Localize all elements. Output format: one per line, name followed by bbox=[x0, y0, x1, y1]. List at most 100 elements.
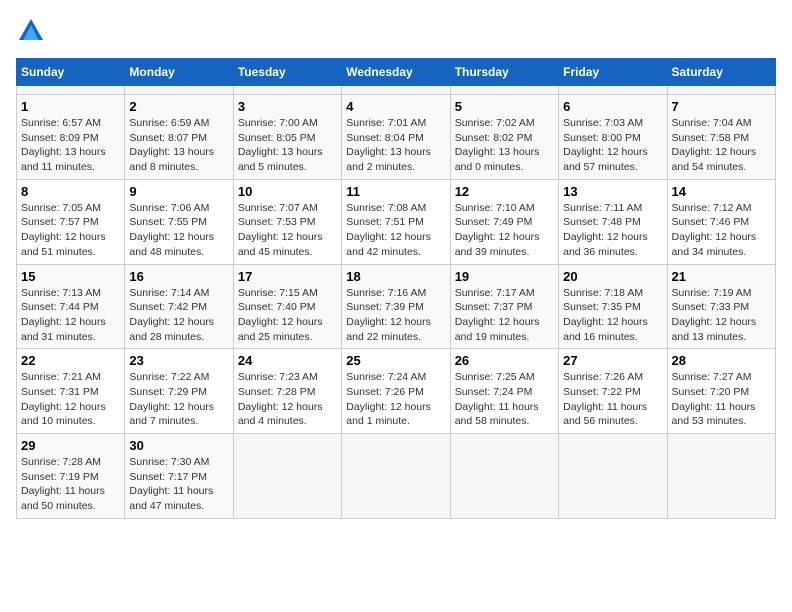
logo bbox=[16, 16, 50, 46]
calendar-cell: 17 Sunrise: 7:15 AMSunset: 7:40 PMDayligh… bbox=[233, 264, 341, 349]
calendar-cell bbox=[233, 434, 341, 519]
calendar-cell: 4 Sunrise: 7:01 AMSunset: 8:04 PMDaylight… bbox=[342, 95, 450, 180]
calendar-cell: 1 Sunrise: 6:57 AMSunset: 8:09 PMDaylight… bbox=[17, 95, 125, 180]
day-number: 9 bbox=[129, 184, 228, 199]
calendar-cell bbox=[342, 434, 450, 519]
day-number: 13 bbox=[563, 184, 662, 199]
calendar-cell: 26Sunrise: 7:25 AMSunset: 7:24 PMDayligh… bbox=[450, 349, 558, 434]
calendar-cell: 20 Sunrise: 7:18 AMSunset: 7:35 PMDayligh… bbox=[559, 264, 667, 349]
day-info: Sunrise: 7:19 AMSunset: 7:33 PMDaylight:… bbox=[672, 286, 771, 345]
day-number: 25 bbox=[346, 353, 445, 368]
calendar-cell: 27 Sunrise: 7:26 AMSunset: 7:22 PMDayligh… bbox=[559, 349, 667, 434]
calendar-cell bbox=[450, 434, 558, 519]
day-info: Sunrise: 7:22 AMSunset: 7:29 PMDaylight:… bbox=[129, 370, 228, 429]
day-info: Sunrise: 7:21 AMSunset: 7:31 PMDaylight:… bbox=[21, 370, 120, 429]
weekday-header: Friday bbox=[559, 59, 667, 86]
day-number: 4 bbox=[346, 99, 445, 114]
day-number: 12 bbox=[455, 184, 554, 199]
day-info: Sunrise: 7:28 AMSunset: 7:19 PMDaylight:… bbox=[21, 455, 120, 514]
day-number: 14 bbox=[672, 184, 771, 199]
calendar-cell: 14 Sunrise: 7:12 AMSunset: 7:46 PMDayligh… bbox=[667, 179, 775, 264]
header-row: SundayMondayTuesdayWednesdayThursdayFrid… bbox=[17, 59, 776, 86]
calendar-cell: 22 Sunrise: 7:21 AMSunset: 7:31 PMDayligh… bbox=[17, 349, 125, 434]
day-number: 23 bbox=[129, 353, 228, 368]
day-info: Sunrise: 7:30 AMSunset: 7:17 PMDaylight:… bbox=[129, 455, 228, 514]
logo-icon bbox=[16, 16, 46, 46]
day-info: Sunrise: 7:04 AMSunset: 7:58 PMDaylight:… bbox=[672, 116, 771, 175]
day-number: 20 bbox=[563, 269, 662, 284]
day-number: 6 bbox=[563, 99, 662, 114]
day-number: 7 bbox=[672, 99, 771, 114]
calendar-cell: 25 Sunrise: 7:24 AMSunset: 7:26 PMDayligh… bbox=[342, 349, 450, 434]
day-number: 28 bbox=[672, 353, 771, 368]
calendar-cell: 8Sunrise: 7:05 AMSunset: 7:57 PMDaylight… bbox=[17, 179, 125, 264]
day-info: Sunrise: 7:25 AMSunset: 7:24 PMDaylight:… bbox=[455, 370, 554, 429]
day-info: Sunrise: 7:00 AMSunset: 8:05 PMDaylight:… bbox=[238, 116, 337, 175]
day-number: 10 bbox=[238, 184, 337, 199]
calendar-cell bbox=[450, 86, 558, 95]
calendar-cell bbox=[17, 86, 125, 95]
calendar-cell: 16Sunrise: 7:14 AMSunset: 7:42 PMDayligh… bbox=[125, 264, 233, 349]
day-info: Sunrise: 7:15 AMSunset: 7:40 PMDaylight:… bbox=[238, 286, 337, 345]
day-number: 22 bbox=[21, 353, 120, 368]
calendar-cell: 28 Sunrise: 7:27 AMSunset: 7:20 PMDayligh… bbox=[667, 349, 775, 434]
calendar-week: 15 Sunrise: 7:13 AMSunset: 7:44 PMDayligh… bbox=[17, 264, 776, 349]
day-number: 30 bbox=[129, 438, 228, 453]
day-number: 11 bbox=[346, 184, 445, 199]
day-info: Sunrise: 7:13 AMSunset: 7:44 PMDaylight:… bbox=[21, 286, 120, 345]
day-number: 2 bbox=[129, 99, 228, 114]
day-info: Sunrise: 7:17 AMSunset: 7:37 PMDaylight:… bbox=[455, 286, 554, 345]
calendar-cell: 9 Sunrise: 7:06 AMSunset: 7:55 PMDaylight… bbox=[125, 179, 233, 264]
day-number: 18 bbox=[346, 269, 445, 284]
day-info: Sunrise: 6:59 AMSunset: 8:07 PMDaylight:… bbox=[129, 116, 228, 175]
day-info: Sunrise: 7:03 AMSunset: 8:00 PMDaylight:… bbox=[563, 116, 662, 175]
calendar-cell: 3 Sunrise: 7:00 AMSunset: 8:05 PMDaylight… bbox=[233, 95, 341, 180]
day-number: 24 bbox=[238, 353, 337, 368]
page-header bbox=[16, 16, 776, 46]
calendar-cell bbox=[342, 86, 450, 95]
day-info: Sunrise: 7:27 AMSunset: 7:20 PMDaylight:… bbox=[672, 370, 771, 429]
day-info: Sunrise: 7:02 AMSunset: 8:02 PMDaylight:… bbox=[455, 116, 554, 175]
calendar-week: 22 Sunrise: 7:21 AMSunset: 7:31 PMDayligh… bbox=[17, 349, 776, 434]
day-number: 27 bbox=[563, 353, 662, 368]
day-info: Sunrise: 7:01 AMSunset: 8:04 PMDaylight:… bbox=[346, 116, 445, 175]
calendar-cell: 6 Sunrise: 7:03 AMSunset: 8:00 PMDaylight… bbox=[559, 95, 667, 180]
day-info: Sunrise: 7:08 AMSunset: 7:51 PMDaylight:… bbox=[346, 201, 445, 260]
day-info: Sunrise: 7:23 AMSunset: 7:28 PMDaylight:… bbox=[238, 370, 337, 429]
calendar-cell: 30 Sunrise: 7:30 AMSunset: 7:17 PMDayligh… bbox=[125, 434, 233, 519]
day-number: 5 bbox=[455, 99, 554, 114]
weekday-header: Monday bbox=[125, 59, 233, 86]
calendar-week bbox=[17, 86, 776, 95]
day-number: 1 bbox=[21, 99, 120, 114]
day-info: Sunrise: 7:12 AMSunset: 7:46 PMDaylight:… bbox=[672, 201, 771, 260]
weekday-header: Tuesday bbox=[233, 59, 341, 86]
day-number: 3 bbox=[238, 99, 337, 114]
calendar-table: SundayMondayTuesdayWednesdayThursdayFrid… bbox=[16, 58, 776, 519]
calendar-cell: 23 Sunrise: 7:22 AMSunset: 7:29 PMDayligh… bbox=[125, 349, 233, 434]
day-info: Sunrise: 7:26 AMSunset: 7:22 PMDaylight:… bbox=[563, 370, 662, 429]
day-info: Sunrise: 7:14 AMSunset: 7:42 PMDaylight:… bbox=[129, 286, 228, 345]
calendar-cell: 7 Sunrise: 7:04 AMSunset: 7:58 PMDaylight… bbox=[667, 95, 775, 180]
day-info: Sunrise: 7:18 AMSunset: 7:35 PMDaylight:… bbox=[563, 286, 662, 345]
day-info: Sunrise: 7:05 AMSunset: 7:57 PMDaylight:… bbox=[21, 201, 120, 260]
weekday-header: Sunday bbox=[17, 59, 125, 86]
day-info: Sunrise: 7:06 AMSunset: 7:55 PMDaylight:… bbox=[129, 201, 228, 260]
day-number: 15 bbox=[21, 269, 120, 284]
weekday-header: Saturday bbox=[667, 59, 775, 86]
calendar-cell: 11 Sunrise: 7:08 AMSunset: 7:51 PMDayligh… bbox=[342, 179, 450, 264]
day-info: Sunrise: 7:24 AMSunset: 7:26 PMDaylight:… bbox=[346, 370, 445, 429]
calendar-week: 29Sunrise: 7:28 AMSunset: 7:19 PMDayligh… bbox=[17, 434, 776, 519]
calendar-week: 1 Sunrise: 6:57 AMSunset: 8:09 PMDaylight… bbox=[17, 95, 776, 180]
calendar-cell bbox=[233, 86, 341, 95]
calendar-cell: 15 Sunrise: 7:13 AMSunset: 7:44 PMDayligh… bbox=[17, 264, 125, 349]
weekday-header: Thursday bbox=[450, 59, 558, 86]
calendar-cell: 29Sunrise: 7:28 AMSunset: 7:19 PMDayligh… bbox=[17, 434, 125, 519]
calendar-cell bbox=[667, 434, 775, 519]
day-number: 17 bbox=[238, 269, 337, 284]
calendar-cell: 10Sunrise: 7:07 AMSunset: 7:53 PMDayligh… bbox=[233, 179, 341, 264]
weekday-header: Wednesday bbox=[342, 59, 450, 86]
calendar-cell bbox=[559, 434, 667, 519]
day-info: Sunrise: 6:57 AMSunset: 8:09 PMDaylight:… bbox=[21, 116, 120, 175]
calendar-cell: 18Sunrise: 7:16 AMSunset: 7:39 PMDayligh… bbox=[342, 264, 450, 349]
day-number: 19 bbox=[455, 269, 554, 284]
